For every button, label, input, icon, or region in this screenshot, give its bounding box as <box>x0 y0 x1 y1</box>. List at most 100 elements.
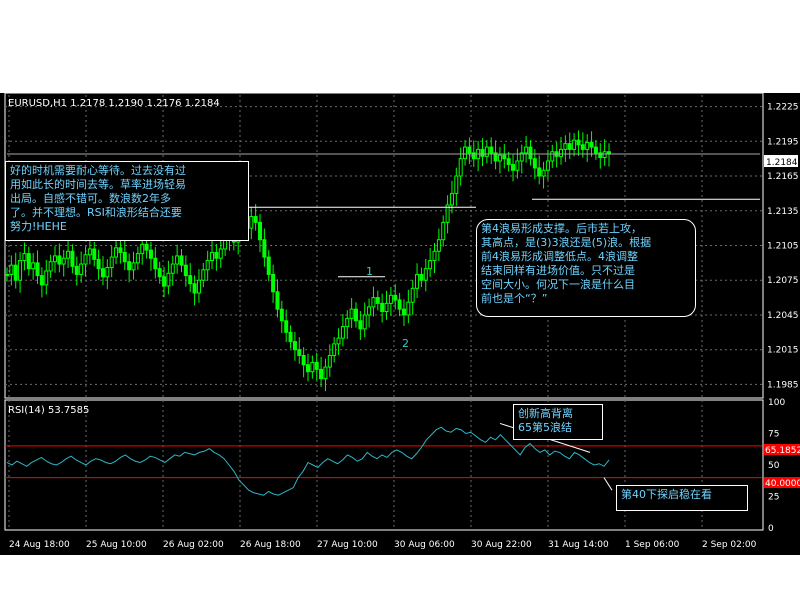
price-tick-label: 1.2105 <box>767 242 799 252</box>
candle-body <box>489 146 494 154</box>
candle-body <box>192 283 197 294</box>
candle-body <box>66 250 71 259</box>
rsi-tick-label: 0 <box>768 524 774 534</box>
candle-body <box>397 299 402 310</box>
annotation-rsi-support-note[interactable]: 第40下探启稳在看 <box>616 485 748 511</box>
candle-body <box>375 297 380 304</box>
wave-label-2: 2 <box>402 337 409 350</box>
candle-body <box>349 308 354 319</box>
candle-body <box>340 326 345 339</box>
candle-body <box>157 268 162 278</box>
candle-body <box>388 294 393 304</box>
candle-body <box>48 261 53 272</box>
candle-body <box>415 273 420 289</box>
candle-body <box>484 146 489 157</box>
price-tick-label: 1.2135 <box>767 207 799 217</box>
candle-body <box>218 248 223 259</box>
candle-body <box>9 264 14 275</box>
candle-body <box>353 308 358 322</box>
candle-body <box>563 143 568 150</box>
rsi-tick-label: 50 <box>768 461 780 471</box>
price-tick-label: 1.2075 <box>767 276 799 286</box>
candle-body <box>384 302 389 312</box>
candle-body <box>135 253 140 264</box>
chart-header: EURUSD,H1 1.2178 1.2190 1.2176 1.2184 <box>8 98 220 109</box>
candle-body <box>336 337 341 345</box>
price-axis: 1.2225 1.2195 1.2165 1.2135 1.2105 1.2075 1.20… <box>767 103 799 391</box>
candle-body <box>567 143 572 150</box>
rsi-header: RSI(14) 53.7585 <box>8 405 89 416</box>
candle-body <box>449 192 454 206</box>
candle-body <box>524 146 529 154</box>
annotation-left-note[interactable]: 好的时机需要耐心等待。过去没有过 用如此长的时间去等。草率进场轻易 出局。自感不… <box>5 161 249 241</box>
candle-body <box>166 272 171 287</box>
candle-body <box>545 160 550 171</box>
candle-body <box>175 255 180 265</box>
candle-body <box>284 320 289 333</box>
price-tick-label: 1.2225 <box>767 103 799 113</box>
candle-body <box>576 139 581 146</box>
candle-body <box>131 262 136 271</box>
candle-body <box>332 343 337 356</box>
annotation-right-note[interactable]: 第4浪易形成支撑。后市若上攻， 其高点，是(3)3浪还是(5)浪。根据 前4浪易… <box>476 219 696 317</box>
candle-body <box>497 154 502 162</box>
candle-body <box>463 146 468 160</box>
candle-body <box>196 279 201 294</box>
candle-body <box>506 158 511 165</box>
candle-body <box>367 306 372 316</box>
price-tick-label: 1.2165 <box>767 172 799 182</box>
candle-body <box>140 243 145 255</box>
candle-body <box>458 158 463 177</box>
candle-body <box>31 262 36 270</box>
candle-body <box>401 308 406 316</box>
candle-body <box>310 361 315 373</box>
candle-body <box>5 273 9 276</box>
chart-window[interactable]: 1.2225 1.2195 1.2165 1.2135 1.2105 1.2075 1.20… <box>0 93 800 555</box>
price-tick-label: 1.2015 <box>767 346 799 356</box>
candle-body <box>18 260 23 281</box>
candle-body <box>297 349 302 356</box>
candle-body <box>423 268 428 281</box>
candle-body <box>432 250 437 262</box>
time-tick-label: 27 Aug 10:00 <box>317 540 378 550</box>
candle-body <box>380 302 385 312</box>
candle-body <box>358 320 363 330</box>
candle-body <box>541 169 546 177</box>
candle-body <box>100 268 105 278</box>
candle-body <box>327 354 332 368</box>
candle-body <box>79 263 84 275</box>
candle-body <box>559 148 564 157</box>
time-tick-label: 25 Aug 10:00 <box>86 540 147 550</box>
candle-body <box>292 341 297 351</box>
time-tick-label: 26 Aug 02:00 <box>163 540 224 550</box>
candle-body <box>39 275 44 286</box>
candle-body <box>480 148 485 157</box>
candle-body <box>288 331 293 343</box>
candle-body <box>122 251 127 263</box>
candle-body <box>13 264 18 281</box>
candle-body <box>188 275 193 285</box>
candle-body <box>96 258 101 270</box>
candle-body <box>35 262 40 277</box>
candle-body <box>61 257 66 265</box>
candle-body <box>550 151 555 162</box>
candle-body <box>83 254 88 265</box>
candle-body <box>362 314 367 330</box>
candle-body <box>57 255 62 265</box>
candle-body <box>105 266 110 278</box>
candle-body <box>87 248 92 256</box>
time-tick-label: 30 Aug 22:00 <box>471 540 532 550</box>
rsi-tick-label: 75 <box>768 430 779 440</box>
candle-body <box>511 163 516 171</box>
annotation-rsi-divergence-note[interactable]: 创新高背离 65第5浪结 <box>513 404 603 440</box>
candle-body <box>183 264 188 277</box>
candle-body <box>275 291 280 310</box>
candle-body <box>585 141 590 150</box>
candle-body <box>593 146 598 154</box>
price-tick-label: 1.2195 <box>767 137 799 147</box>
candle-body <box>153 257 158 270</box>
candle-body <box>279 308 284 322</box>
candle-body <box>70 250 75 267</box>
candle-body <box>44 270 49 286</box>
candle-body <box>109 256 114 268</box>
